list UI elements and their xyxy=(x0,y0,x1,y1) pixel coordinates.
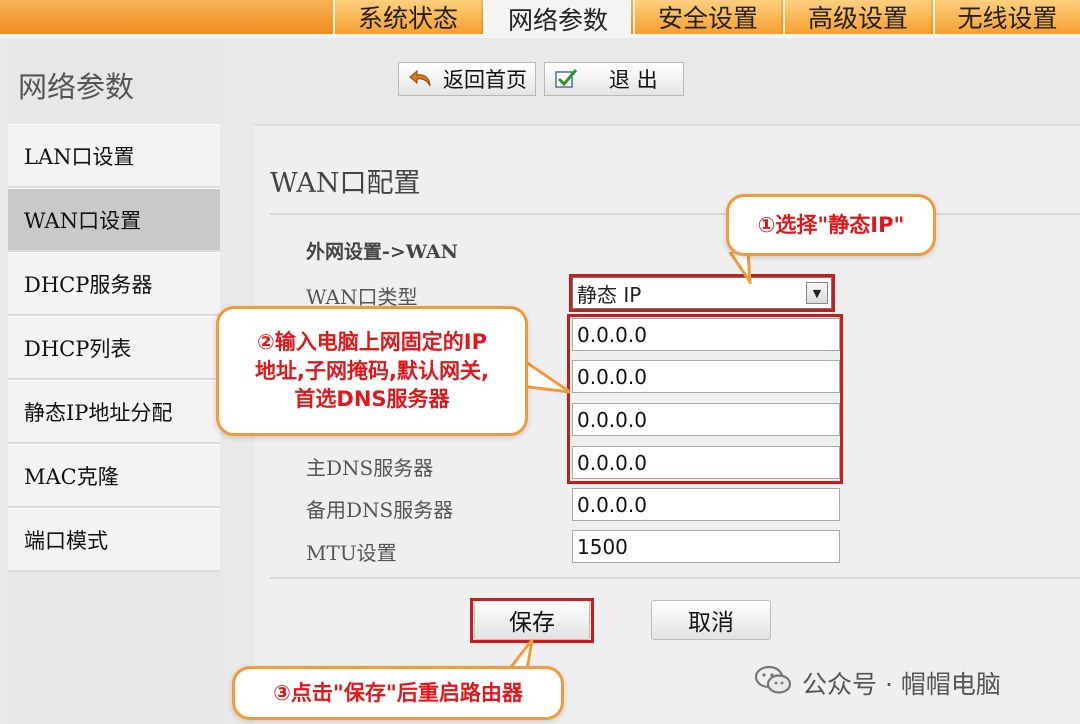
back-arrow-icon xyxy=(407,67,435,91)
sidebar: LAN口设置 WAN口设置 DHCP服务器 DHCP列表 静态IP地址分配 MA… xyxy=(8,124,220,572)
tab-wireless[interactable]: 无线设置 xyxy=(933,0,1080,34)
callout-step-1-text: ①选择"静态IP" xyxy=(757,212,905,237)
mtu-field[interactable]: 1500 xyxy=(572,530,840,563)
callout-1-tail xyxy=(728,252,752,284)
callout-step-2-line-3: 首选DNS服务器 xyxy=(294,387,450,412)
highlight-save xyxy=(470,598,594,643)
group-label: 外网设置->WAN xyxy=(306,241,459,263)
callout-step-3: ③点击"保存"后重启路由器 xyxy=(232,666,564,720)
page-title: WAN口配置 xyxy=(270,168,421,199)
sidebar-item-port-mode[interactable]: 端口模式 xyxy=(8,508,220,572)
tab-advanced[interactable]: 高级设置 xyxy=(783,0,931,34)
watermark: 公众号 · 帽帽电脑 xyxy=(754,663,1001,703)
sidebar-item-lan[interactable]: LAN口设置 xyxy=(8,124,220,188)
section-title: 网络参数 xyxy=(18,70,135,104)
callout-2-tail xyxy=(520,356,571,394)
callout-step-1: ①选择"静态IP" xyxy=(726,194,936,256)
sidebar-item-static-ip[interactable]: 静态IP地址分配 xyxy=(8,380,220,444)
wechat-icon xyxy=(754,664,792,702)
watermark-text: 公众号 · 帽帽电脑 xyxy=(802,670,1001,699)
divider-top xyxy=(270,213,1080,215)
divider-bottom xyxy=(270,577,1080,579)
highlight-wan-type xyxy=(569,274,835,312)
highlight-ip-fields xyxy=(567,314,843,484)
cancel-button[interactable]: 取消 xyxy=(651,600,771,640)
sidebar-item-dhcp-server[interactable]: DHCP服务器 xyxy=(8,252,220,316)
exit-button-label: 退 出 xyxy=(609,68,658,92)
callout-step-3-text: ③点击"保存"后重启路由器 xyxy=(273,680,523,705)
exit-button[interactable]: 退 出 xyxy=(544,62,684,96)
secondary-dns-label: 备用DNS服务器 xyxy=(306,498,454,522)
checkbox-exit-icon xyxy=(553,67,581,91)
sidebar-item-dhcp-list[interactable]: DHCP列表 xyxy=(8,316,220,380)
home-button-label: 返回首页 xyxy=(443,68,527,92)
callout-step-2: ②输入电脑上网固定的IP 地址,子网掩码,默认网关, 首选DNS服务器 xyxy=(216,306,528,436)
tab-security[interactable]: 安全设置 xyxy=(633,0,781,34)
callout-step-2-line-1: ②输入电脑上网固定的IP xyxy=(257,330,487,355)
secondary-dns-field[interactable]: 0.0.0.0 xyxy=(572,488,840,521)
tab-network-params[interactable]: 网络参数 xyxy=(483,0,631,38)
primary-dns-label: 主DNS服务器 xyxy=(306,456,434,480)
sidebar-item-wan[interactable]: WAN口设置 xyxy=(8,188,220,252)
callout-step-2-line-2: 地址,子网掩码,默认网关, xyxy=(255,358,489,383)
sidebar-item-mac-clone[interactable]: MAC克隆 xyxy=(8,444,220,508)
mtu-label: MTU设置 xyxy=(306,541,397,565)
home-button[interactable]: 返回首页 xyxy=(398,62,536,96)
tab-system-status[interactable]: 系统状态 xyxy=(333,0,481,34)
